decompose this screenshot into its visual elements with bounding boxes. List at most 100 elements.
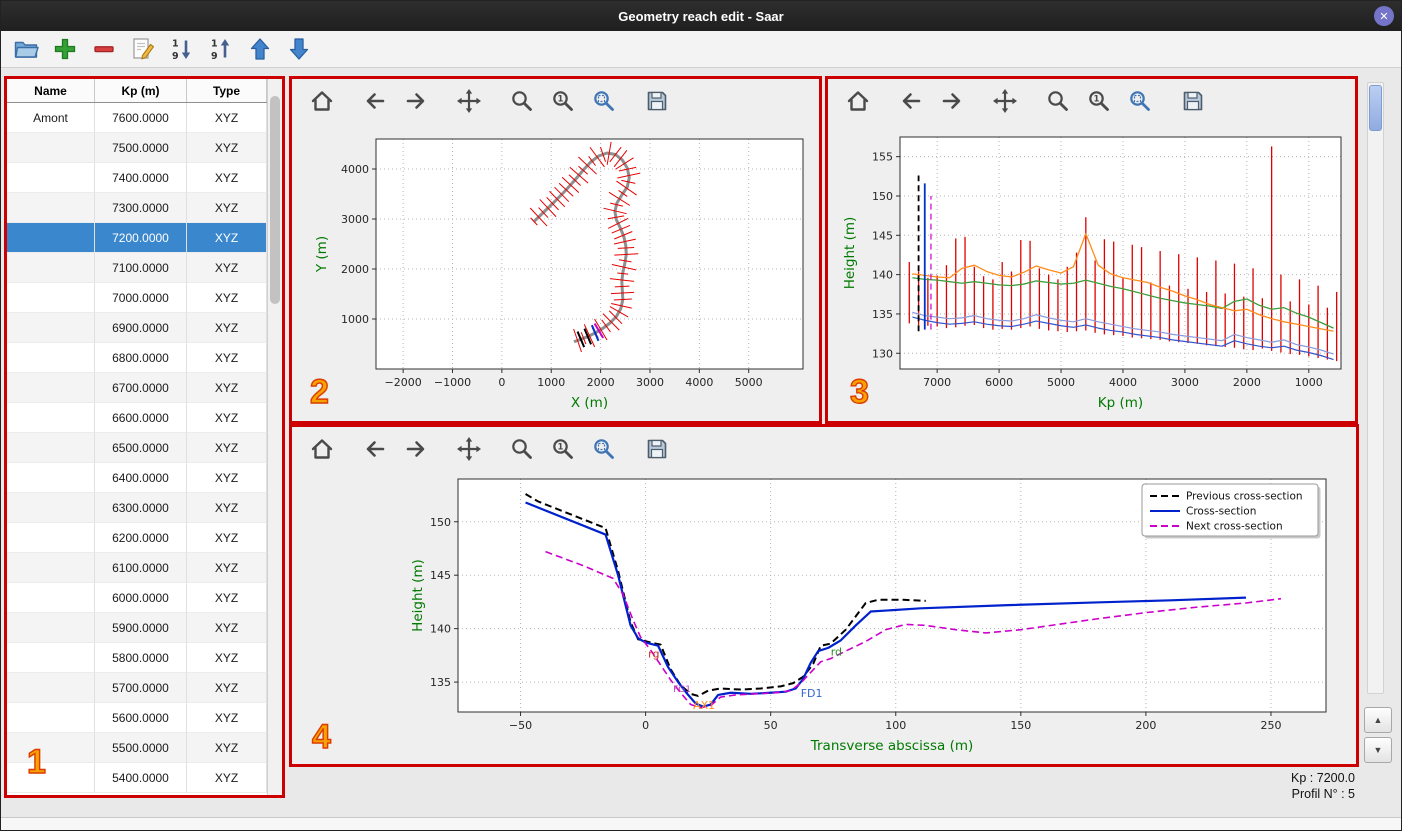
- profile-cell[interactable]: XYZ: [187, 253, 267, 283]
- profile-cell[interactable]: [7, 463, 95, 493]
- profile-cell[interactable]: XYZ: [187, 163, 267, 193]
- profile-cell[interactable]: [7, 763, 95, 793]
- column-header-kp[interactable]: Kp (m): [95, 79, 187, 102]
- profile-cell[interactable]: XYZ: [187, 433, 267, 463]
- column-header-type[interactable]: Type: [187, 79, 267, 102]
- pan-button[interactable]: [455, 435, 483, 463]
- profile-cell[interactable]: [7, 373, 95, 403]
- profile-cell[interactable]: [7, 523, 95, 553]
- column-header-name[interactable]: Name: [7, 79, 95, 102]
- profile-row[interactable]: 6300.0000 XYZ: [7, 493, 267, 523]
- profile-cell[interactable]: [7, 163, 95, 193]
- profile-cell[interactable]: 6600.0000: [95, 403, 187, 433]
- profile-row[interactable]: 6100.0000 XYZ: [7, 553, 267, 583]
- open-button[interactable]: [11, 34, 41, 64]
- profile-cell[interactable]: XYZ: [187, 643, 267, 673]
- profile-row[interactable]: 7400.0000 XYZ: [7, 163, 267, 193]
- profile-cell[interactable]: XYZ: [187, 463, 267, 493]
- profile-cell[interactable]: 5400.0000: [95, 763, 187, 793]
- profile-cell[interactable]: XYZ: [187, 193, 267, 223]
- zoom-button[interactable]: [1044, 87, 1072, 115]
- profile-cell[interactable]: XYZ: [187, 283, 267, 313]
- profile-cell[interactable]: 7200.0000: [95, 223, 187, 253]
- profile-cell[interactable]: [7, 433, 95, 463]
- profile-row[interactable]: 6000.0000 XYZ: [7, 583, 267, 613]
- edit-profile-button[interactable]: [128, 34, 158, 64]
- plan-view-chart[interactable]: −2000 −1000 0 1000 2000 3000 4000 5000 1000 2000 3…: [292, 123, 819, 421]
- profile-cell[interactable]: XYZ: [187, 133, 267, 163]
- profile-cell[interactable]: [7, 673, 95, 703]
- profile-cell[interactable]: [7, 223, 95, 253]
- add-profile-button[interactable]: [50, 34, 80, 64]
- profile-cell[interactable]: Amont: [7, 103, 95, 133]
- profile-row[interactable]: 5900.0000 XYZ: [7, 613, 267, 643]
- zoom-one-button[interactable]: 1: [1085, 87, 1113, 115]
- profile-cell[interactable]: 7300.0000: [95, 193, 187, 223]
- cross-section-chart[interactable]: rg rd FG1AX1 FD1 −50 0 50 100 150 200 250 135 140 145…: [292, 471, 1356, 764]
- zoom-button[interactable]: [508, 435, 536, 463]
- profile-cell[interactable]: [7, 733, 95, 763]
- profile-cell[interactable]: 5800.0000: [95, 643, 187, 673]
- forward-button[interactable]: [402, 87, 430, 115]
- right-scrollbar[interactable]: [1367, 82, 1384, 694]
- profile-cell[interactable]: XYZ: [187, 103, 267, 133]
- profile-cell[interactable]: [7, 643, 95, 673]
- move-down-button[interactable]: [284, 34, 314, 64]
- profile-cell[interactable]: 5500.0000: [95, 733, 187, 763]
- profile-cell[interactable]: XYZ: [187, 343, 267, 373]
- profile-row[interactable]: 6700.0000 XYZ: [7, 373, 267, 403]
- profile-row[interactable]: 5700.0000 XYZ: [7, 673, 267, 703]
- close-button[interactable]: ✕: [1374, 6, 1394, 26]
- profile-cell[interactable]: 5900.0000: [95, 613, 187, 643]
- profile-cell[interactable]: [7, 313, 95, 343]
- back-button[interactable]: [361, 87, 389, 115]
- profile-cell[interactable]: XYZ: [187, 313, 267, 343]
- profile-cell[interactable]: 7600.0000: [95, 103, 187, 133]
- profile-row[interactable]: 6500.0000 XYZ: [7, 433, 267, 463]
- profile-cell[interactable]: 5600.0000: [95, 703, 187, 733]
- profile-row[interactable]: 6800.0000 XYZ: [7, 343, 267, 373]
- profile-row[interactable]: 5800.0000 XYZ: [7, 643, 267, 673]
- profile-cell[interactable]: 6400.0000: [95, 463, 187, 493]
- profile-cell[interactable]: XYZ: [187, 373, 267, 403]
- profile-cell[interactable]: [7, 403, 95, 433]
- profile-cell[interactable]: XYZ: [187, 613, 267, 643]
- profile-cell[interactable]: XYZ: [187, 223, 267, 253]
- save-button[interactable]: [1179, 87, 1207, 115]
- profile-cell[interactable]: [7, 703, 95, 733]
- profile-cell[interactable]: [7, 193, 95, 223]
- profile-row[interactable]: 6900.0000 XYZ: [7, 313, 267, 343]
- profile-cell[interactable]: 6200.0000: [95, 523, 187, 553]
- home-button[interactable]: [844, 87, 872, 115]
- profile-cell[interactable]: 7500.0000: [95, 133, 187, 163]
- profile-cell[interactable]: 6700.0000: [95, 373, 187, 403]
- zoom-button[interactable]: [508, 87, 536, 115]
- profile-cell[interactable]: [7, 343, 95, 373]
- sort-descending-button[interactable]: 19: [167, 34, 197, 64]
- profile-cell[interactable]: 6000.0000: [95, 583, 187, 613]
- profile-cell[interactable]: 6800.0000: [95, 343, 187, 373]
- pan-button[interactable]: [991, 87, 1019, 115]
- profile-cell[interactable]: [7, 493, 95, 523]
- profile-row[interactable]: 7000.0000 XYZ: [7, 283, 267, 313]
- profile-cell[interactable]: XYZ: [187, 493, 267, 523]
- zoom-region-button[interactable]: [590, 87, 618, 115]
- zoom-region-button[interactable]: [590, 435, 618, 463]
- profile-up-button[interactable]: ▲: [1364, 707, 1392, 733]
- profile-cell[interactable]: XYZ: [187, 673, 267, 703]
- profile-cell[interactable]: XYZ: [187, 733, 267, 763]
- save-button[interactable]: [643, 87, 671, 115]
- profile-cell[interactable]: 6500.0000: [95, 433, 187, 463]
- profile-cell[interactable]: XYZ: [187, 553, 267, 583]
- profile-cell[interactable]: 7400.0000: [95, 163, 187, 193]
- profile-cell[interactable]: [7, 253, 95, 283]
- right-scrollbar-thumb[interactable]: [1369, 85, 1382, 131]
- profile-cell[interactable]: 6900.0000: [95, 313, 187, 343]
- profile-cell[interactable]: 6100.0000: [95, 553, 187, 583]
- table-scrollbar[interactable]: [267, 79, 282, 795]
- forward-button[interactable]: [938, 87, 966, 115]
- back-button[interactable]: [897, 87, 925, 115]
- profile-cell[interactable]: 6300.0000: [95, 493, 187, 523]
- profile-row[interactable]: 6600.0000 XYZ: [7, 403, 267, 433]
- profile-cell[interactable]: XYZ: [187, 523, 267, 553]
